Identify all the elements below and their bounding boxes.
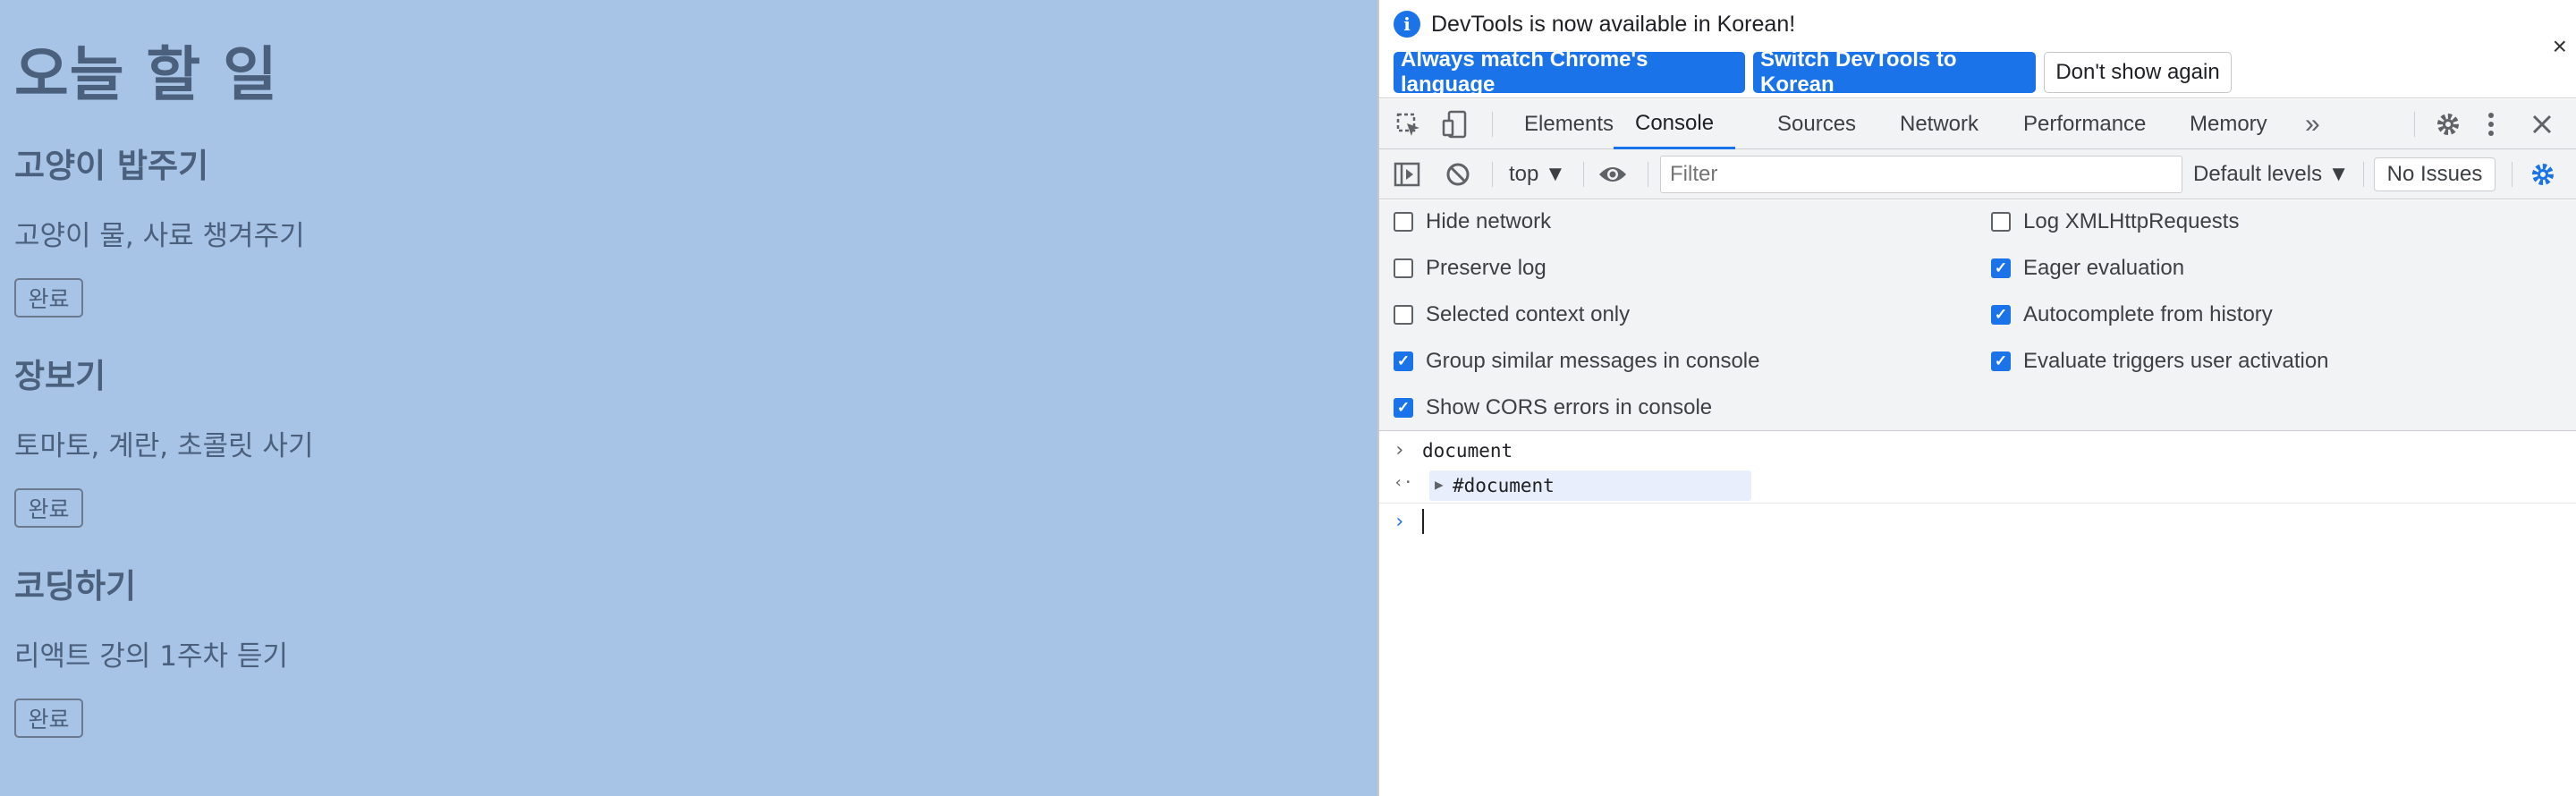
preserve-log-option[interactable]: Preserve log [1394, 256, 1546, 281]
option-label: Selected context only [1426, 302, 1631, 326]
device-toolbar-icon[interactable] [1442, 110, 1469, 139]
divider [1583, 162, 1584, 187]
hide-network-option[interactable]: Hide network [1394, 209, 1551, 234]
page-title: 오늘 할 일 [14, 40, 278, 109]
divider [2414, 112, 2415, 137]
checkbox[interactable] [1394, 212, 1413, 232]
console-settings-pane: Hide network Preserve log Selected conte… [1379, 200, 2576, 431]
option-label: Group similar messages in console [1426, 349, 1760, 373]
tab-sources[interactable]: Sources [1777, 99, 1856, 149]
chevron-right-icon: › [1394, 439, 1406, 462]
divider [1492, 162, 1493, 187]
autocomplete-history-option[interactable]: ✓ Autocomplete from history [1991, 302, 2273, 327]
dont-show-again-button[interactable]: Don't show again [2044, 52, 2232, 93]
log-xhr-option[interactable]: Log XMLHttpRequests [1991, 209, 2239, 234]
option-label: Preserve log [1426, 256, 1546, 280]
more-tabs-icon[interactable]: » [2305, 99, 2320, 149]
checkbox[interactable]: ✓ [1991, 258, 2011, 278]
todo-desc: 토마토, 계란, 초콜릿 사기 [14, 430, 314, 462]
console-result-line: ‹· ▶ #document [1379, 468, 2576, 504]
settings-gear-icon[interactable] [2435, 111, 2462, 138]
infobar-message: DevTools is now available in Korean! [1431, 12, 1796, 37]
console-settings-gear-icon[interactable] [2529, 161, 2556, 188]
checkbox[interactable]: ✓ [1394, 398, 1413, 418]
todo-desc: 리액트 강의 1주차 듣기 [14, 640, 288, 673]
sidebar-toggle-icon[interactable] [1394, 162, 1420, 187]
option-label: Log XMLHttpRequests [2023, 209, 2240, 233]
tab-elements[interactable]: Elements [1524, 99, 1614, 149]
eager-evaluation-option[interactable]: ✓ Eager evaluation [1991, 256, 2184, 281]
close-devtools-icon[interactable] [2531, 114, 2553, 135]
done-button[interactable]: 완료 [14, 699, 83, 738]
expand-triangle-icon[interactable]: ▶ [1435, 476, 1444, 493]
checkbox[interactable]: ✓ [1991, 351, 2011, 371]
cors-errors-option[interactable]: ✓ Show CORS errors in console [1394, 395, 1712, 420]
devtools-panel: i DevTools is now available in Korean! ×… [1377, 0, 2576, 796]
option-label: Evaluate triggers user activation [2023, 349, 2329, 373]
devtools-tabbar: Elements Console Sources Network Perform… [1379, 99, 2576, 149]
result-arrow-icon: ‹· [1394, 473, 1413, 492]
language-infobar: i DevTools is now available in Korean! ×… [1379, 0, 2576, 98]
clear-console-icon[interactable] [1445, 162, 1470, 187]
console-command: document [1422, 440, 1513, 462]
checkbox[interactable]: ✓ [1991, 305, 2011, 325]
todo-title: 코딩하기 [14, 567, 137, 605]
console-result[interactable]: #document [1453, 475, 1555, 496]
tab-console[interactable]: Console [1614, 99, 1736, 149]
info-icon: i [1394, 11, 1420, 38]
close-icon[interactable]: × [2553, 32, 2567, 61]
live-expression-eye-icon[interactable] [1597, 164, 1628, 185]
user-activation-option[interactable]: ✓ Evaluate triggers user activation [1991, 349, 2329, 374]
text-cursor [1422, 509, 1424, 534]
checkbox[interactable] [1991, 212, 2011, 232]
more-options-icon[interactable] [2485, 111, 2497, 138]
option-label: Eager evaluation [2023, 256, 2185, 280]
done-button[interactable]: 완료 [14, 488, 83, 528]
console-input-line: › document [1379, 437, 2576, 466]
tab-performance[interactable]: Performance [2023, 99, 2146, 149]
done-button[interactable]: 완료 [14, 278, 83, 318]
todo-title: 장보기 [14, 357, 106, 395]
checkbox[interactable] [1394, 305, 1413, 325]
context-selector[interactable]: top ▼ [1509, 162, 1566, 187]
log-levels-dropdown[interactable]: Default levels ▼ [2193, 162, 2350, 187]
switch-language-button[interactable]: Switch DevTools to Korean [1753, 47, 2036, 97]
selected-context-option[interactable]: Selected context only [1394, 302, 1630, 327]
filter-input[interactable] [1660, 156, 2182, 193]
web-page: 오늘 할 일 고양이 밥주기 고양이 물, 사료 챙겨주기 완료 장보기 토마토… [0, 0, 1377, 796]
todo-title: 고양이 밥주기 [14, 147, 209, 185]
tab-memory[interactable]: Memory [2190, 99, 2267, 149]
divider [1492, 112, 1493, 137]
todo-desc: 고양이 물, 사료 챙겨주기 [14, 220, 305, 252]
chevron-right-icon: › [1394, 511, 1406, 533]
option-label: Hide network [1426, 209, 1552, 233]
option-label: Autocomplete from history [2023, 302, 2273, 326]
checkbox[interactable]: ✓ [1394, 351, 1413, 371]
console-toolbar: top ▼ Default levels ▼ No Issues [1379, 149, 2576, 199]
group-similar-option[interactable]: ✓ Group similar messages in console [1394, 349, 1760, 374]
match-language-button[interactable]: Always match Chrome's language [1394, 47, 1745, 97]
console-output[interactable]: › document ‹· ▶ #document › [1379, 432, 2576, 796]
issues-button[interactable]: No Issues [2374, 157, 2496, 191]
tab-network[interactable]: Network [1900, 99, 1979, 149]
inspect-element-icon[interactable] [1395, 112, 1422, 139]
divider [2363, 162, 2364, 187]
option-label: Show CORS errors in console [1426, 395, 1713, 419]
checkbox[interactable] [1394, 258, 1413, 278]
